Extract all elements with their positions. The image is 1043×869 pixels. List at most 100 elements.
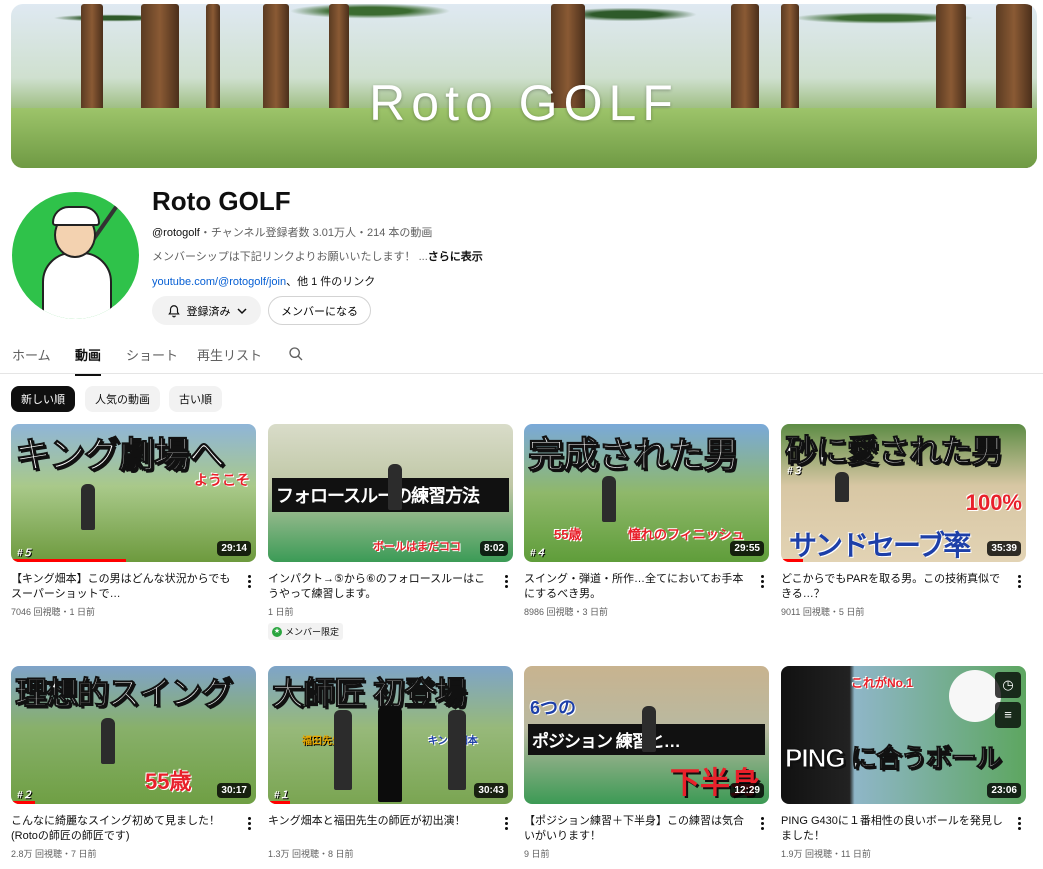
bell-icon xyxy=(167,304,180,317)
video-title[interactable]: スイング・弾道・所作…全てにおいてお手本にするべき男。 xyxy=(524,572,769,602)
video-meta: 8986 回視聴・3 日前 xyxy=(524,607,609,617)
channel-stats: ・チャンネル登録者数 3.01万人・214 本の動画 xyxy=(199,227,433,239)
person-figure xyxy=(334,710,352,790)
video-title[interactable]: どこからでもPARを取る男。この技術真似できる…？ xyxy=(781,572,1026,602)
golfer-figure xyxy=(835,472,849,502)
more-options-icon[interactable] xyxy=(242,814,256,832)
video-title[interactable]: キング畑本と福田先生の師匠が初出演！ xyxy=(268,814,513,844)
video-title[interactable]: インパクト→⑤から⑥のフォロースルーはこうやって練習します。 xyxy=(268,572,513,602)
join-member-button[interactable]: メンバーになる xyxy=(268,296,371,325)
tab-playlists[interactable]: 再生リスト xyxy=(197,345,262,374)
video-duration: 12:29 xyxy=(730,783,764,798)
video-duration: 30:43 xyxy=(474,783,508,798)
more-options-icon[interactable] xyxy=(1012,572,1026,590)
subscribed-label: 登録済み xyxy=(186,305,231,318)
description-text: メンバーシップは下記リンクよりお願いいたします！ ... xyxy=(152,251,428,263)
episode-label: #５ xyxy=(17,548,33,559)
star-icon: ★ xyxy=(272,626,282,637)
thumb-age: 55歳 xyxy=(554,527,582,542)
video-card[interactable]: キング劇場へ ようこそ #５ 29:14 【キング畑本】この男はどんな状況からで… xyxy=(11,424,256,618)
tab-home[interactable]: ホーム xyxy=(12,345,51,374)
golfer-figure xyxy=(81,484,95,530)
video-duration: 29:55 xyxy=(730,541,764,556)
channel-name: Roto GOLF xyxy=(152,186,291,216)
channel-handle: @rotogolf xyxy=(152,227,200,239)
thumb-subcaption: 55歳 xyxy=(145,769,192,794)
tab-videos[interactable]: 動画 xyxy=(75,345,102,376)
more-options-icon[interactable] xyxy=(499,814,513,832)
episode-label: #３ xyxy=(787,466,803,477)
video-thumbnail[interactable]: 砂に愛された男 100% サンドセーブ率 #３ 35:39 xyxy=(781,424,1026,562)
channel-banner: Roto GOLF xyxy=(11,4,1037,168)
video-thumbnail[interactable]: フォロースルーの練習方法 ボールはまだココ 8:02 xyxy=(268,424,513,562)
thumb-subcaption: ボールはまだココ xyxy=(373,541,461,553)
more-options-icon[interactable] xyxy=(755,814,769,832)
golfer-figure xyxy=(642,706,656,752)
chip-newest[interactable]: 新しい順 xyxy=(11,386,75,412)
thumb-subcaption: ようこそ xyxy=(194,472,250,488)
thumb-caption: 完成された男 xyxy=(528,434,740,476)
more-options-icon[interactable] xyxy=(1012,814,1026,832)
chip-oldest[interactable]: 古い順 xyxy=(169,386,222,412)
join-link[interactable]: youtube.com/@rotogolf/join xyxy=(152,276,286,288)
search-icon[interactable] xyxy=(288,346,304,362)
hover-actions: ◷ ≡ xyxy=(995,672,1021,732)
chip-popular[interactable]: 人気の動画 xyxy=(85,386,160,412)
video-thumbnail[interactable]: キング劇場へ ようこそ #５ 29:14 xyxy=(11,424,256,562)
video-duration: 29:14 xyxy=(217,541,251,556)
video-card[interactable]: フォロースルーの練習方法 ボールはまだココ 8:02 インパクト→⑤から⑥のフォ… xyxy=(268,424,513,640)
video-card[interactable]: これがNo.1 PING に合うボール 23:06 PING G430に１番相性… xyxy=(781,666,1026,860)
video-title[interactable]: 【ポジション練習＋下半身】この練習は気合いがいります！ xyxy=(524,814,769,844)
video-thumbnail[interactable]: これがNo.1 PING に合うボール 23:06 xyxy=(781,666,1026,804)
video-duration: 30:17 xyxy=(217,783,251,798)
person-silhouette xyxy=(378,706,402,802)
watch-progress xyxy=(11,801,35,804)
banner-title: Roto GOLF xyxy=(369,75,679,131)
video-card[interactable]: 6つの ポジション 練習と… 下半身 12:29 【ポジション練習＋下半身】この… xyxy=(524,666,769,860)
more-options-icon[interactable] xyxy=(242,572,256,590)
channel-tabs: ホーム 動画 ショート 再生リスト xyxy=(0,336,1043,376)
tab-shorts[interactable]: ショート xyxy=(126,345,178,374)
thumb-number: 6つの xyxy=(530,698,577,718)
video-card[interactable]: 理想的スイング 55歳 #２ 30:17 こんなに綺麗なスイング初めて見ました！… xyxy=(11,666,256,860)
video-meta: 7046 回視聴・1 日前 xyxy=(11,607,96,617)
thumb-caption: 砂に愛された男 xyxy=(785,433,1004,470)
show-more-link[interactable]: さらに表示 xyxy=(428,251,483,263)
members-only-badge: ★ メンバー限定 xyxy=(268,623,344,640)
video-thumbnail[interactable]: 6つの ポジション 練習と… 下半身 12:29 xyxy=(524,666,769,804)
video-meta: 1 日前 xyxy=(268,607,294,617)
channel-description[interactable]: メンバーシップは下記リンクよりお願いいたします！ ...さらに表示 xyxy=(152,248,483,264)
golf-cap-icon xyxy=(52,206,100,226)
more-options-icon[interactable] xyxy=(755,572,769,590)
avatar-body xyxy=(42,252,112,319)
golfer-figure xyxy=(602,476,616,522)
video-thumbnail[interactable]: 理想的スイング 55歳 #２ 30:17 xyxy=(11,666,256,804)
episode-label: #４ xyxy=(530,548,546,559)
link-suffix[interactable]: 、他 1 件のリンク xyxy=(286,276,375,288)
clock-icon[interactable]: ◷ xyxy=(995,672,1021,698)
thumb-caption: 理想的スイング xyxy=(15,675,234,712)
channel-avatar[interactable] xyxy=(12,192,139,319)
channel-meta: @rotogolf・チャンネル登録者数 3.01万人・214 本の動画 xyxy=(152,224,432,240)
badge-label: メンバー限定 xyxy=(285,627,340,637)
video-thumbnail[interactable]: 大師匠 初登場 福田先生 キング畑本 #１ 30:43 xyxy=(268,666,513,804)
thumb-subcaption: これがNo.1 xyxy=(851,676,914,690)
queue-icon[interactable]: ≡ xyxy=(995,702,1021,728)
video-title[interactable]: 【キング畑本】この男はどんな状況からでもスーパーショットで… xyxy=(11,572,256,602)
video-card[interactable]: 大師匠 初登場 福田先生 キング畑本 #１ 30:43 キング畑本と福田先生の師… xyxy=(268,666,513,860)
watch-progress xyxy=(11,559,126,562)
video-card[interactable]: 砂に愛された男 100% サンドセーブ率 #３ 35:39 どこからでもPARを… xyxy=(781,424,1026,618)
video-meta: 9011 回視聴・5 日前 xyxy=(781,607,865,617)
video-title[interactable]: PING G430に１番相性の良いボールを発見しました！ xyxy=(781,814,1026,844)
video-thumbnail[interactable]: 完成された男 55歳 憧れのフィニッシュ #４ 29:55 xyxy=(524,424,769,562)
golf-ball-icon xyxy=(949,670,1001,722)
video-card[interactable]: 完成された男 55歳 憧れのフィニッシュ #４ 29:55 スイング・弾道・所作… xyxy=(524,424,769,618)
channel-links: youtube.com/@rotogolf/join、他 1 件のリンク xyxy=(152,273,375,289)
watch-progress xyxy=(268,801,290,804)
video-title[interactable]: こんなに綺麗なスイング初めて見ました！(Rotoの師匠の師匠です) xyxy=(11,814,256,844)
video-meta: 2.8万 回視聴・7 日前 xyxy=(11,849,97,859)
video-meta: 1.3万 回視聴・8 日前 xyxy=(268,849,354,859)
subscribed-button[interactable]: 登録済み xyxy=(152,296,261,325)
video-duration: 23:06 xyxy=(987,783,1021,798)
more-options-icon[interactable] xyxy=(499,572,513,590)
